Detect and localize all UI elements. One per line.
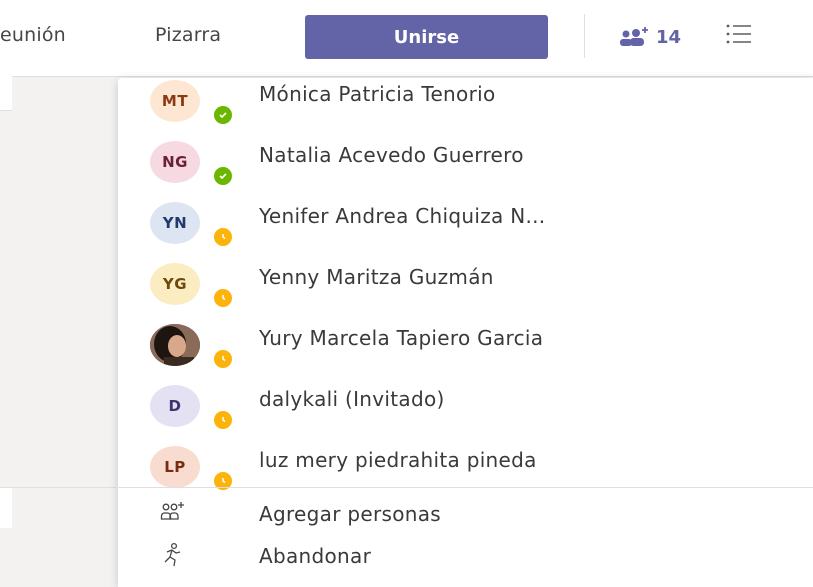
tab-pizarra[interactable]: Pizarra [155,24,221,46]
leave-label: Abandonar [259,544,372,568]
join-button-label: Unirse [393,26,460,48]
away-status-icon [212,409,234,431]
menu-divider [118,487,813,488]
available-status-icon [212,165,234,187]
avatar: MT [150,80,200,122]
list-icon[interactable] [725,22,753,46]
participant-name: luz mery piedrahita pineda [259,448,537,472]
participant-row[interactable]: YG Yenny Maritza Guzmán [118,259,813,321]
participants-dropdown: MT Mónica Patricia Tenorio NG Natalia Ac… [118,78,813,587]
participant-row[interactable]: Yury Marcela Tapiero Garcia [118,320,813,382]
meeting-toolbar: eunión Pizarra Unirse 14 [0,0,813,77]
add-people-button[interactable]: Agregar personas [118,496,813,540]
participants-button[interactable]: 14 [618,20,681,54]
avatar-initials: YG [162,275,188,293]
background-panel [0,488,12,528]
toolbar-divider [584,14,585,58]
avatar-initials: MT [161,92,189,110]
tab-reunion[interactable]: eunión [0,24,66,46]
avatar-initials: YN [162,214,188,232]
away-status-icon [212,348,234,370]
participant-count: 14 [656,26,682,48]
participant-row[interactable]: D dalykali (Invitado) [118,381,813,443]
avatar: LP [150,446,200,488]
avatar: D [150,385,200,427]
participant-name: Yenifer Andrea Chiquiza N... [259,204,546,228]
away-status-icon [212,470,234,492]
participant-row[interactable]: LP luz mery piedrahita pineda [118,442,813,504]
away-status-icon [212,287,234,309]
available-status-icon [212,104,234,126]
background-panel [0,76,12,111]
leave-button[interactable]: Abandonar [118,538,813,582]
participant-name: Yenny Maritza Guzmán [259,265,494,289]
avatar: YG [150,263,200,305]
participant-row[interactable]: YN Yenifer Andrea Chiquiza N... [118,198,813,260]
join-button[interactable]: Unirse [305,15,548,59]
away-status-icon [212,226,234,248]
avatar-initials: LP [164,458,186,476]
participant-row[interactable]: MT Mónica Patricia Tenorio [118,78,813,138]
participant-name: Natalia Acevedo Guerrero [259,143,524,167]
participant-name: dalykali (Invitado) [259,387,445,411]
leave-icon [164,542,181,567]
participant-name: Yury Marcela Tapiero Garcia [259,326,544,350]
add-people-icon [160,502,184,520]
participant-name: Mónica Patricia Tenorio [259,82,496,106]
avatar-initials: D [168,397,182,415]
avatar: NG [150,141,200,183]
background-divider [0,487,116,488]
avatar: YN [150,202,200,244]
participant-row[interactable]: NG Natalia Acevedo Guerrero [118,137,813,199]
add-people-label: Agregar personas [259,502,442,526]
avatar-photo [150,324,200,366]
avatar-initials: NG [162,153,188,171]
people-add-icon [620,27,648,46]
